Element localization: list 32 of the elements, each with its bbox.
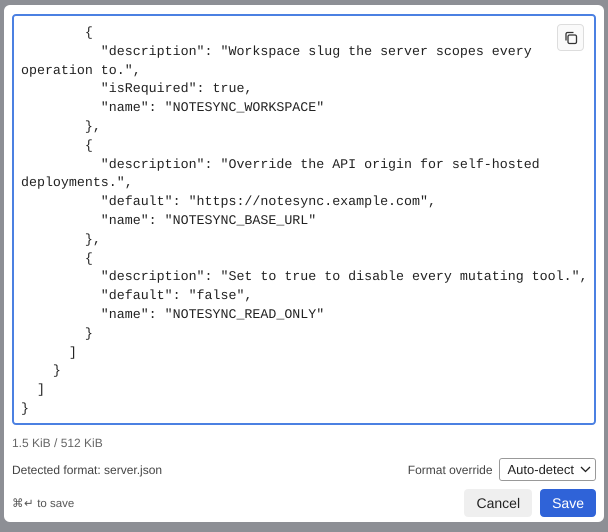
code-line: ] [36,381,45,400]
dialog-button[interactable]: Save [540,489,596,517]
code-line: }, [84,118,101,136]
code-line: { [84,250,93,268]
code-line: "default": "https://notesync.example.com", [100,193,436,212]
code-line: { [84,24,93,42]
code-line: "isRequired": true, [100,80,252,98]
code-line: } [52,362,61,380]
format-override-label: Format override [408,462,492,476]
code-line: "default": "false", [100,287,252,306]
save-shortcut-hint: ⌘↵ to save [12,497,74,510]
code-line: } [84,324,93,343]
size-label: 1.5 KiB / 512 KiB [12,436,104,450]
code-line: deployments.", [21,174,133,192]
copy-icon [564,30,578,44]
code-line: "description": "Workspace slug the server scopes every [100,42,532,61]
code-line: } [21,400,29,418]
code-line: "name": "NOTESYNC_READ_ONLY" [100,306,324,324]
code-line: "name": "NOTESYNC_WORKSPACE" [100,99,324,118]
detected-format-label: Detected format: server.json [12,462,162,476]
code-line: operation to.", [21,62,141,80]
code-line: "name": "NOTESYNC_BASE_URL" [100,212,316,230]
format-select[interactable]: Auto-detect [498,458,596,481]
code-line: "description": "Override the API origin for self-hosted [100,156,540,174]
code-line: ] [68,344,77,362]
code-line: }, [84,230,101,249]
dialog-button[interactable]: Cancel [464,489,532,517]
code-line: { [84,136,93,155]
code-editor[interactable] [12,14,596,425]
code-line: "description": "Set to true to disable every mutating tool.", [100,268,588,286]
copy-button[interactable] [557,24,584,51]
chevron-down-icon [580,466,591,473]
